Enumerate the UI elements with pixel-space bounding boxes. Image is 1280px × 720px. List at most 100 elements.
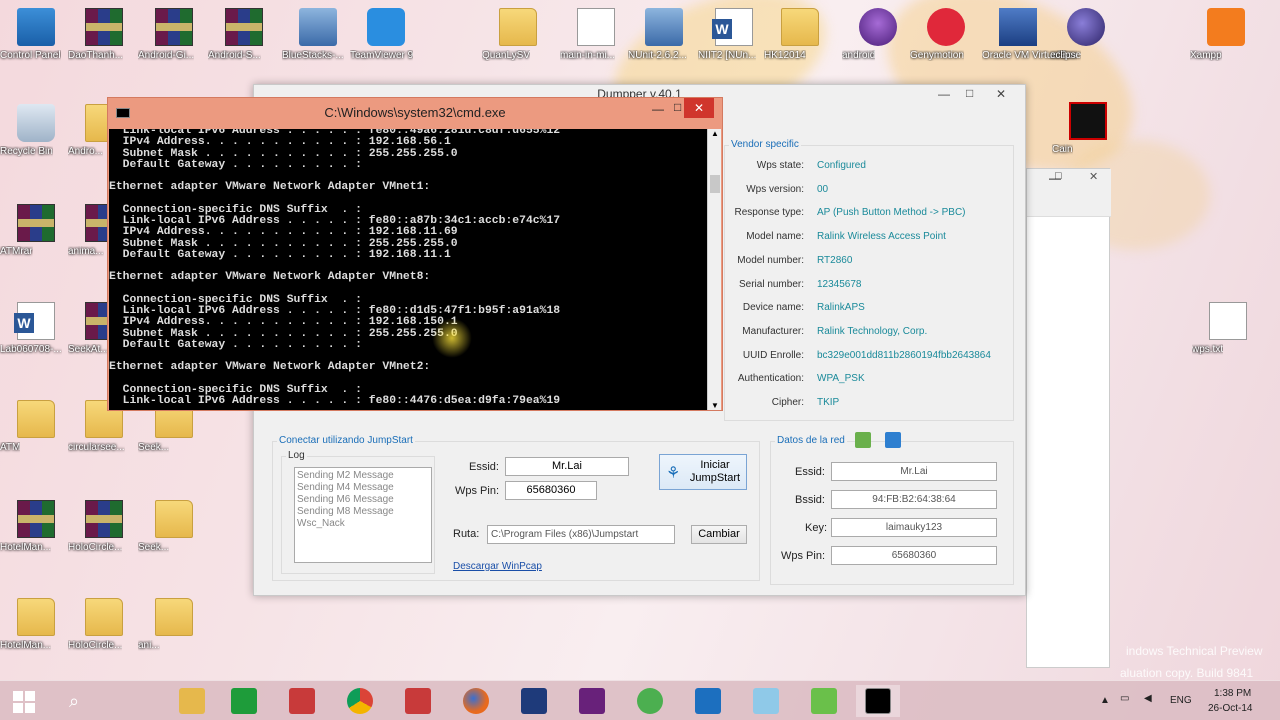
app-icon — [637, 688, 663, 714]
clock-date[interactable]: 26-Oct-14 — [1208, 703, 1252, 714]
wps-pin-result-field[interactable]: 65680360 — [831, 546, 997, 565]
start-jumpstart-button[interactable]: ⚘ Iniciar JumpStart — [659, 454, 747, 490]
taskbar-visualstudio[interactable] — [570, 685, 614, 717]
desktop-icon[interactable]: Android-Gi... — [138, 2, 210, 82]
export-icon[interactable] — [855, 432, 871, 448]
desktop-icon[interactable]: Oracle VM VirtualBox — [982, 2, 1077, 82]
taskbar-app-2[interactable] — [686, 685, 730, 717]
network-icon[interactable] — [885, 432, 901, 448]
scroll-up-icon[interactable]: ▲ — [711, 129, 719, 138]
taskbar-store[interactable] — [222, 685, 266, 717]
wifi-icon — [811, 688, 837, 714]
tray-volume-icon[interactable]: ◀ — [1144, 693, 1152, 704]
group-title: Datos de la red — [775, 435, 847, 446]
desktop-icon[interactable]: Seek... — [138, 494, 210, 574]
desktop-icon[interactable]: eclipse — [1050, 2, 1122, 82]
taskbar-network-app-2[interactable] — [396, 685, 440, 717]
desktop-icon[interactable]: android — [842, 2, 914, 82]
language-indicator[interactable]: ENG — [1170, 695, 1192, 706]
taskbar-chrome[interactable] — [338, 685, 382, 717]
download-winpcap-link[interactable]: Descargar WinPcap — [453, 561, 542, 572]
maximize-icon[interactable]: □ — [674, 100, 681, 114]
cmd-title[interactable]: C:\Windows\system32\cmd.exe — [108, 98, 722, 128]
close-icon[interactable]: ✕ — [684, 98, 714, 118]
desktop-icon[interactable]: Control Panel — [0, 2, 72, 82]
vendor-field-value: Ralink Wireless Access Point — [817, 231, 946, 243]
scroll-down-icon[interactable]: ▼ — [711, 401, 719, 410]
desktop-icon[interactable]: Lab060708-... — [0, 296, 72, 376]
rar-icon — [155, 8, 193, 46]
minimize-icon[interactable]: — — [652, 102, 664, 116]
desktop-icon[interactable]: HoloCircle... — [68, 592, 140, 672]
jumpstart-icon: ⚘ — [666, 465, 681, 482]
maximize-icon[interactable]: □ — [966, 84, 973, 102]
desktop-icon-label: HotelMan... — [0, 640, 52, 651]
wps-pin-label: Wps Pin: — [781, 550, 826, 562]
desktop-icon[interactable]: ani... — [138, 592, 210, 672]
tray-up-icon[interactable]: ▲ — [1100, 695, 1110, 706]
desktop-icon-label: Andro... — [68, 146, 104, 157]
desktop-icon[interactable]: NIIT2 [NUn... — [698, 2, 770, 82]
desktop-icon[interactable]: ATMrar — [0, 198, 72, 278]
restore-icon[interactable]: □ — [1055, 170, 1062, 182]
desktop-icon[interactable]: wps.txt — [1192, 296, 1264, 376]
cambiar-button[interactable]: Cambiar — [691, 525, 747, 544]
key-result-field[interactable]: laimauky123 — [831, 518, 997, 537]
scrollbar[interactable]: ▲ ▼ — [707, 129, 721, 410]
desktop-icon[interactable]: HK12014 — [764, 2, 836, 82]
desktop-icon[interactable]: main-in-mi... — [560, 2, 632, 82]
vendor-field-value: RalinkAPS — [817, 302, 865, 314]
desktop-icon[interactable]: QuanLySV — [482, 2, 554, 82]
taskbar-dumpper[interactable] — [802, 685, 846, 717]
cmd-window: C:\Windows\system32\cmd.exe — □ ✕ Link-l… — [107, 97, 723, 411]
bssid-result-field[interactable]: 94:FB:B2:64:38:64 — [831, 490, 997, 509]
essid-result-field[interactable]: Mr.Lai — [831, 462, 997, 481]
desktop-icon[interactable]: NUnit-2.6.2... — [628, 2, 700, 82]
taskbar-network-app[interactable] — [280, 685, 324, 717]
taskbar-firefox[interactable] — [454, 685, 498, 717]
search-button[interactable]: ⌕ — [52, 685, 96, 717]
desktop-icon[interactable]: Recycle Bin — [0, 98, 72, 178]
desktop-icon[interactable]: TeamViewer 9 — [350, 2, 422, 82]
firefox-icon — [463, 688, 489, 714]
desktop-icon[interactable]: BlueStacks-... — [282, 2, 354, 82]
desktop-icon[interactable]: ATM — [0, 394, 72, 474]
desktop-icon[interactable]: HotelMan... — [0, 494, 72, 574]
desktop-icon[interactable]: Genymotion — [910, 2, 982, 82]
vendor-field-value: bc329e001dd811b2860194fbb2643864 — [817, 349, 991, 361]
vendor-field-value: 12345678 — [817, 278, 862, 290]
desktop-icon-label: BlueStacks-... — [282, 50, 344, 61]
minimize-icon[interactable]: — — [938, 85, 950, 103]
clock-time[interactable]: 1:38 PM — [1214, 688, 1251, 699]
close-icon[interactable]: ✕ — [1089, 170, 1098, 183]
console-output[interactable]: Link-local IPv6 Address . . . . . : fe80… — [109, 129, 707, 410]
start-button[interactable] — [2, 685, 46, 717]
close-icon[interactable]: ✕ — [996, 85, 1006, 103]
wps-pin-field[interactable]: 65680360 — [505, 481, 597, 500]
desktop-icon-label: anima... — [68, 246, 104, 257]
log-list[interactable]: Sending M2 Message Sending M4 Message Send… — [294, 467, 432, 563]
taskbar-app[interactable] — [628, 685, 672, 717]
vendor-field-value: TKIP — [817, 397, 840, 408]
essid-field[interactable]: Mr.Lai — [505, 457, 629, 476]
scrollbar-thumb[interactable] — [710, 175, 720, 193]
desktop-icon[interactable]: Cain — [1052, 96, 1124, 176]
log-entry: Sending M6 Message — [297, 494, 394, 505]
vbox-icon — [999, 8, 1037, 46]
taskbar-app-3[interactable] — [744, 685, 788, 717]
network-data-group: Datos de la red Essid: Mr.Lai Bssid: 94:… — [770, 432, 1014, 585]
taskbar-explorer[interactable] — [170, 685, 214, 717]
desktop-icon[interactable]: DaoThanh... — [68, 2, 140, 82]
ruta-field[interactable]: C:\Program Files (x86)\Jumpstart — [487, 525, 675, 544]
desktop-icon[interactable]: HoloCircle... — [68, 494, 140, 574]
taskbar-cmd[interactable] — [856, 685, 900, 717]
desktop-icon-label: HoloCircle... — [68, 542, 123, 553]
android-icon — [859, 8, 897, 46]
tray-network-icon[interactable]: ▭ — [1120, 693, 1129, 704]
desktop-icon-label: Android-S... — [208, 50, 261, 61]
chrome-icon — [347, 688, 373, 714]
taskbar-devcpp[interactable] — [512, 685, 556, 717]
desktop-icon[interactable]: Xampp — [1190, 2, 1262, 82]
desktop-icon[interactable]: Android-S... — [208, 2, 280, 82]
desktop-icon[interactable]: HotelMan... — [0, 592, 72, 672]
